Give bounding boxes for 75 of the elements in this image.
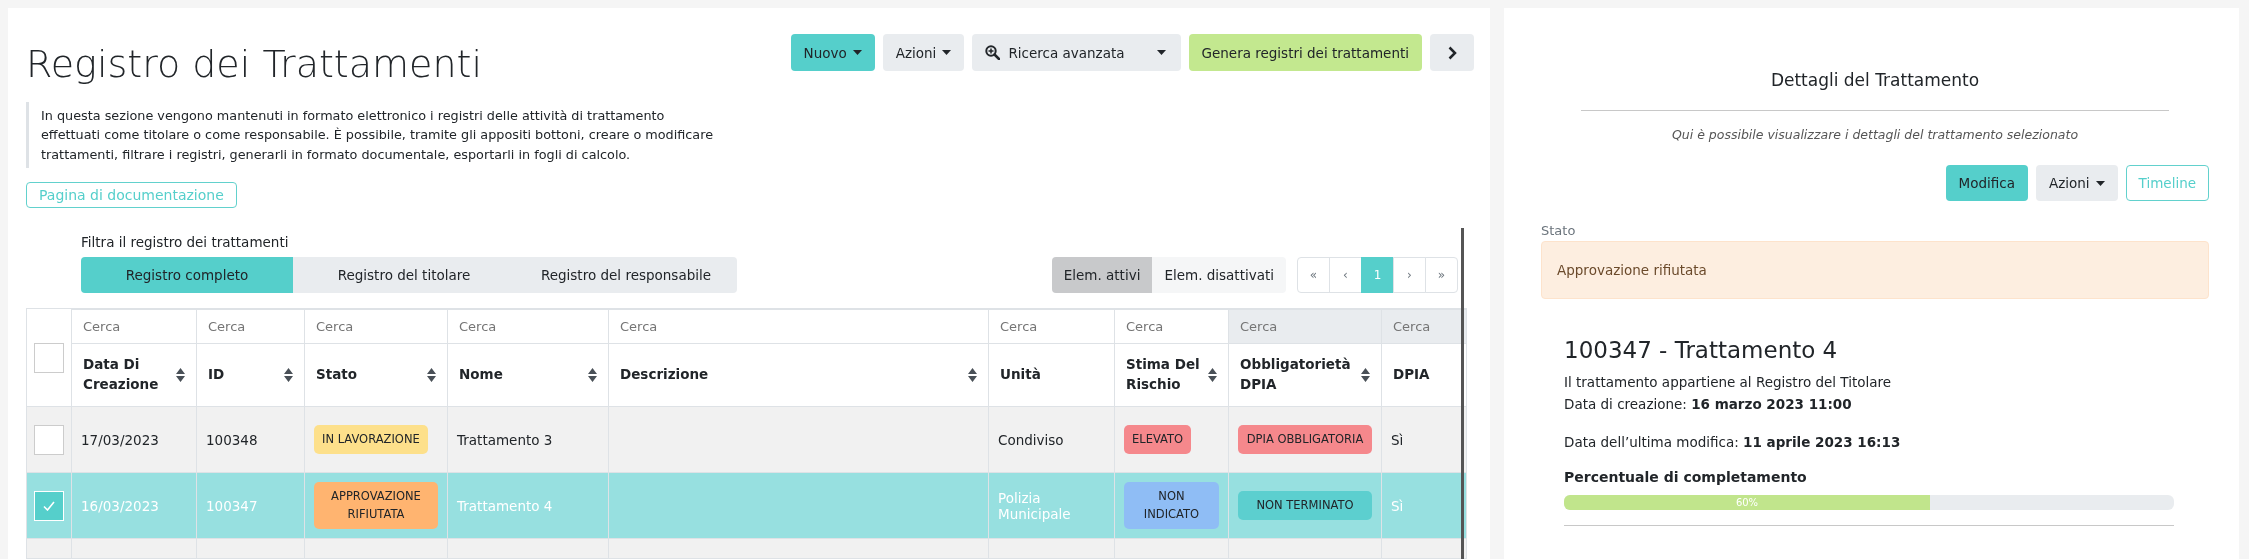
filter-tab[interactable]: Registro del titolare <box>293 257 515 293</box>
sort-icon <box>968 368 977 382</box>
column-header[interactable]: Unità <box>1000 365 1041 385</box>
caret-icon <box>1156 50 1166 55</box>
modified-date-text: Data dell’ultima modifica: 11 aprile 2023 16:13 <box>1564 433 1902 452</box>
checkmark-icon <box>43 500 55 511</box>
progress-fill: 60% <box>1564 495 1930 510</box>
generate-button[interactable]: Genera registri dei trattamenti <box>1188 34 1422 71</box>
table-cell: Condiviso <box>998 431 1064 448</box>
status-badge: ELEVATO <box>1124 424 1192 455</box>
search-dropdown-button[interactable]: Ricerca avanzata <box>972 34 1181 71</box>
next-button[interactable] <box>1430 34 1474 71</box>
dropdown-button[interactable]: Nuovo <box>790 34 875 71</box>
column-header[interactable]: ID <box>208 365 225 385</box>
column-search-field[interactable]: Cerca <box>447 309 609 344</box>
column-search-field[interactable]: Cerca <box>304 309 448 344</box>
sort-icon <box>176 368 185 382</box>
table-cell: 16/03/2023 <box>81 497 159 514</box>
filter-tab[interactable]: Registro del responsabile <box>515 257 737 293</box>
dropdown-button[interactable]: Azioni <box>2035 165 2118 201</box>
table-cell: Sì <box>1391 431 1404 448</box>
column-search-field[interactable]: Cerca <box>71 309 197 344</box>
table-cell: Polizia Municipale <box>998 489 1071 522</box>
table-cell: 100347 <box>206 497 258 514</box>
sort-icon <box>1361 368 1370 382</box>
column-header[interactable]: Stima Del Rischio <box>1126 355 1208 395</box>
description-text: In questa sezione vengono mantenuti in formato elettronico i registri delle attività di trattamento effettuati come titolare o come responsabile. È possibile, tramite gli appositi bottoni, creare o modificare trattamenti, filtrare i registri, generarli in formato documentale, esportarli in fogli di calcolo. <box>26 101 726 169</box>
table-cell: Sì <box>1391 497 1404 514</box>
sort-icon <box>284 368 293 382</box>
checkbox[interactable] <box>34 424 64 455</box>
search-icon <box>985 45 1001 60</box>
page-button[interactable]: ‹ <box>1329 257 1362 293</box>
sort-icon <box>588 368 597 382</box>
dropdown-button[interactable]: Azioni <box>882 34 965 71</box>
table-cell: 100348 <box>206 431 258 448</box>
creation-date-text: Data di creazione: 16 marzo 2023 11:00 <box>1564 395 1853 414</box>
column-header[interactable]: Stato <box>316 365 357 385</box>
status-alert: Approvazione rifiutata <box>1541 241 2209 299</box>
toggle-button[interactable]: Elem. disattivati <box>1152 257 1286 293</box>
caret-icon <box>942 50 952 55</box>
sort-icon <box>427 368 436 382</box>
status-badge: APPROVAZIONE RIFIUTATA <box>314 481 438 530</box>
page-title: Registro dei Trattamenti <box>26 42 482 88</box>
checkbox[interactable] <box>34 342 64 373</box>
page-button[interactable]: » <box>1425 257 1458 293</box>
status-badge: NON TERMINATO <box>1238 490 1372 521</box>
toggle-button[interactable]: Elem. attivi <box>1051 257 1153 293</box>
table-cell: 17/03/2023 <box>81 431 159 448</box>
status-badge: IN LAVORAZIONE <box>314 424 428 455</box>
filter-label: Filtra il registro dei trattamenti <box>81 234 290 250</box>
record-heading: 100347 - Trattamento 4 <box>1564 337 1839 363</box>
column-header[interactable]: Data Di Creazione <box>83 355 176 395</box>
panel-subtitle: Qui è possibile visualizzare i dettagli del trattamento selezionato <box>1670 127 2080 142</box>
status-label: Stato <box>1541 223 1577 238</box>
column-search-field[interactable]: Cerca <box>988 309 1115 344</box>
page-button[interactable]: › <box>1393 257 1426 293</box>
column-search-field[interactable]: Cerca <box>196 309 305 344</box>
edit-button[interactable]: Modifica <box>1945 165 2028 201</box>
caret-icon <box>2095 180 2105 186</box>
panel-title: Dettagli del Trattamento <box>1769 70 1981 90</box>
status-badge: NON INDICATO <box>1124 481 1219 530</box>
register-text: Il trattamento appartiene al Registro del Titolare <box>1564 373 1893 392</box>
status-badge: DPIA OBBLIGATORIA <box>1238 424 1372 455</box>
column-header[interactable]: Descrizione <box>620 365 709 385</box>
column-header[interactable]: Nome <box>459 365 503 385</box>
filter-tab[interactable]: Registro completo <box>81 257 293 293</box>
caret-icon <box>852 50 862 55</box>
sort-icon <box>1208 368 1217 382</box>
page-button[interactable]: « <box>1297 257 1330 293</box>
table-cell: Trattamento 3 <box>457 431 553 448</box>
progress-label: Percentuale di completamento <box>1564 469 1808 485</box>
table-cell: Trattamento 4 <box>457 497 553 514</box>
chevron-right-icon <box>1447 45 1457 60</box>
column-search-field[interactable]: Cerca <box>1114 309 1229 344</box>
column-search-field[interactable]: Cerca <box>608 309 989 344</box>
